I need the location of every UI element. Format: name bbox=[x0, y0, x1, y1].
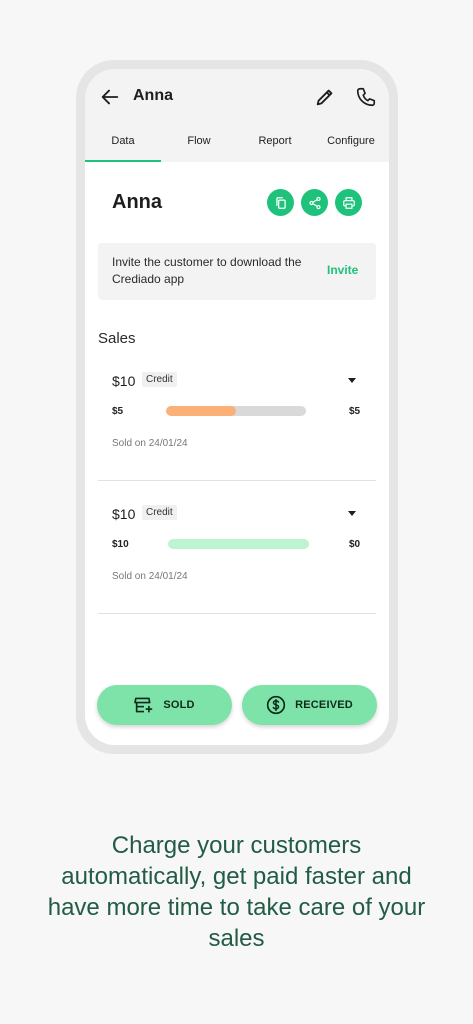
tab-flow[interactable]: Flow bbox=[161, 129, 237, 162]
top-bar: Anna Data Flow Report Configure bbox=[85, 69, 389, 162]
sale-date: Sold on 24/01/24 bbox=[112, 438, 188, 449]
sale-type-badge: Credit bbox=[142, 505, 177, 520]
caret-down-icon[interactable] bbox=[347, 375, 357, 385]
customer-name: Anna bbox=[112, 191, 162, 213]
sale-progress-fill bbox=[168, 539, 309, 549]
dollar-circle-icon bbox=[266, 695, 286, 715]
sale-progress-bar bbox=[168, 539, 309, 549]
phone-frame: Anna Data Flow Report Configure Anna Inv… bbox=[76, 60, 398, 754]
sale-remaining-value: $0 bbox=[349, 539, 361, 550]
print-button[interactable] bbox=[335, 189, 362, 216]
received-button-label: RECEIVED bbox=[295, 699, 353, 711]
sale-progress-fill bbox=[166, 406, 236, 416]
invite-link[interactable]: Invite bbox=[327, 263, 358, 277]
sale-card[interactable]: $10 Credit $10 $0 Sold on 24/01/24 bbox=[98, 490, 376, 614]
received-button[interactable]: RECEIVED bbox=[242, 685, 377, 725]
sale-amount: $10 bbox=[112, 373, 136, 389]
phone-icon[interactable] bbox=[355, 86, 377, 108]
copy-icon bbox=[275, 196, 286, 209]
invite-banner: Invite the customer to download the Cred… bbox=[98, 243, 376, 300]
share-button[interactable] bbox=[301, 189, 328, 216]
marketing-tagline: Charge your customers automatically, get… bbox=[47, 832, 426, 952]
tab-configure[interactable]: Configure bbox=[313, 129, 389, 162]
copy-button[interactable] bbox=[267, 189, 294, 216]
sale-remaining-value: $5 bbox=[349, 406, 361, 417]
app-screen: Anna Data Flow Report Configure Anna Inv… bbox=[85, 69, 389, 745]
tab-data[interactable]: Data bbox=[85, 129, 161, 162]
tab-bar: Data Flow Report Configure bbox=[85, 129, 389, 162]
sale-amount: $10 bbox=[112, 506, 136, 522]
store-add-icon bbox=[134, 697, 153, 713]
sale-date: Sold on 24/01/24 bbox=[112, 571, 188, 582]
sale-paid-value: $5 bbox=[112, 406, 124, 417]
sales-section-title: Sales bbox=[98, 330, 136, 347]
tab-report[interactable]: Report bbox=[237, 129, 313, 162]
sale-type-badge: Credit bbox=[142, 372, 177, 387]
caret-down-icon[interactable] bbox=[347, 508, 357, 518]
sold-button-label: SOLD bbox=[163, 699, 195, 711]
share-icon bbox=[308, 196, 321, 209]
page-title: Anna bbox=[133, 87, 173, 104]
pencil-icon[interactable] bbox=[314, 86, 336, 108]
sold-button[interactable]: SOLD bbox=[97, 685, 232, 725]
sale-progress-bar bbox=[166, 406, 306, 416]
invite-message: Invite the customer to download the Cred… bbox=[112, 255, 302, 286]
arrow-left-icon[interactable] bbox=[99, 86, 121, 108]
sale-card[interactable]: $10 Credit $5 $5 Sold on 24/01/24 bbox=[98, 357, 376, 481]
sale-paid-value: $10 bbox=[112, 539, 129, 550]
print-icon bbox=[342, 196, 355, 209]
